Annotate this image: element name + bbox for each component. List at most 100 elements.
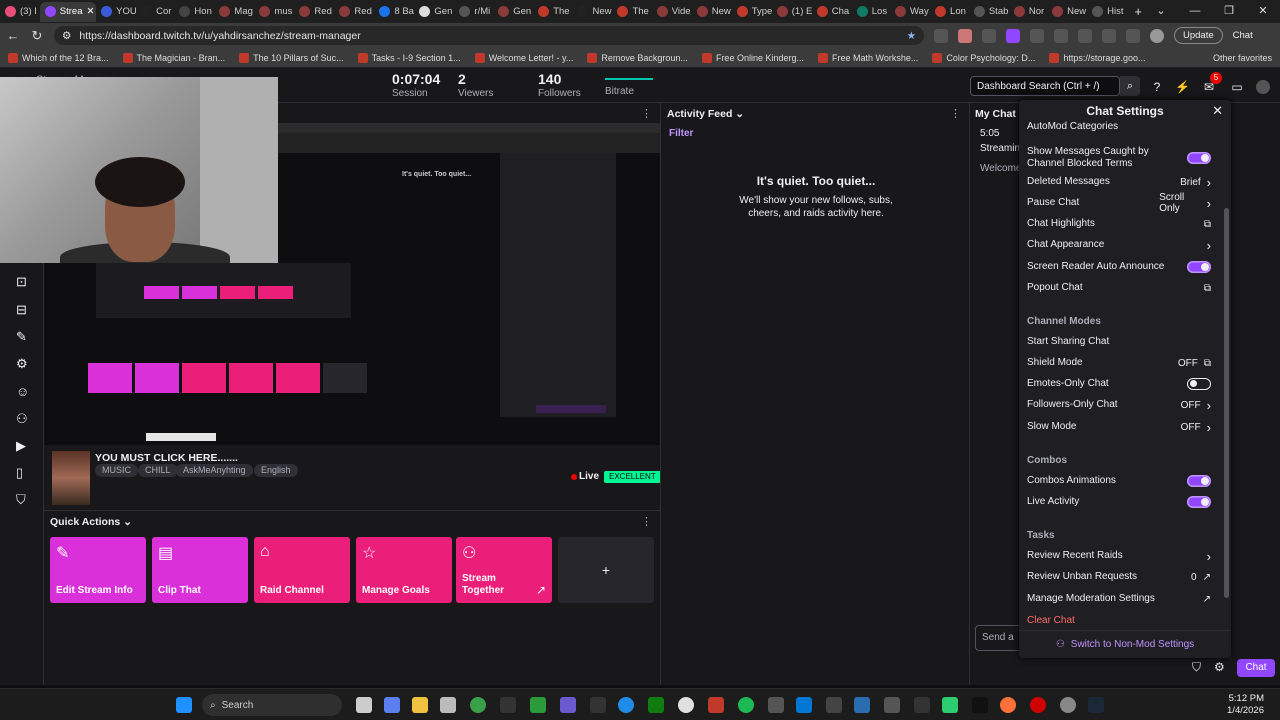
browser-tab[interactable]: Red bbox=[334, 2, 374, 22]
layout-icon[interactable]: ⊡ bbox=[16, 275, 36, 289]
stream-health-badge[interactable]: EXCELLENT bbox=[604, 471, 661, 483]
activity-feed-title[interactable]: Activity Feed ⌄ bbox=[667, 108, 744, 120]
url-bar[interactable]: ⚙ https://dashboard.twitch.tv/u/yahdirsa… bbox=[54, 26, 924, 45]
book-icon[interactable]: ▯ bbox=[16, 466, 36, 480]
twitch-extension-icon[interactable] bbox=[1006, 28, 1020, 43]
tag-music[interactable]: MUSIC bbox=[95, 464, 138, 477]
app-icon[interactable] bbox=[560, 697, 576, 713]
clear-chat-button[interactable]: Clear Chat bbox=[1027, 611, 1211, 629]
back-icon[interactable]: ← bbox=[6, 28, 20, 43]
download-icon[interactable] bbox=[1126, 28, 1140, 43]
settings-icon[interactable]: ⚙ bbox=[16, 357, 36, 371]
app-icon[interactable] bbox=[854, 697, 870, 713]
browser-tab[interactable]: 8 Ba bbox=[374, 2, 414, 22]
star-icon[interactable]: ★ bbox=[907, 30, 916, 42]
whispers-icon[interactable]: ▭ bbox=[1230, 80, 1244, 94]
browser-tab[interactable]: Strea ✕ bbox=[39, 1, 97, 22]
settings-scrollbar[interactable] bbox=[1224, 208, 1229, 598]
quick-actions-menu-icon[interactable]: ⋮ bbox=[641, 515, 652, 528]
setting-row[interactable]: Chat Highlights ⧉ bbox=[1027, 215, 1211, 233]
browser-tab[interactable]: The bbox=[533, 2, 572, 22]
browser-tab[interactable]: Red bbox=[294, 2, 334, 22]
taskbar-search[interactable]: ⌕ Search bbox=[202, 694, 342, 716]
bookmark-item[interactable]: Which of the 12 Bra... bbox=[8, 52, 109, 63]
quick-action-tile[interactable]: ▤ Clip That bbox=[152, 537, 248, 603]
setting-row[interactable]: Review Recent Raids › bbox=[1027, 547, 1211, 565]
outlook-icon[interactable] bbox=[796, 697, 812, 713]
browser-tab[interactable]: Stab bbox=[969, 2, 1009, 22]
restore-button[interactable]: ❐ bbox=[1212, 0, 1246, 23]
minimize-button[interactable]: — bbox=[1178, 0, 1212, 23]
bookmark-item[interactable]: Welcome Letter! - y... bbox=[474, 52, 573, 63]
update-button[interactable]: Update bbox=[1174, 27, 1223, 44]
tag-askmeanything[interactable]: AskMeAnyhting bbox=[176, 464, 253, 477]
setting-row[interactable]: Manage Moderation Settings ↗ bbox=[1027, 590, 1211, 608]
browser-tab[interactable]: Gen bbox=[493, 2, 533, 22]
browser-tab[interactable]: Hon bbox=[174, 2, 214, 22]
bookmark-item[interactable]: Free Math Workshe... bbox=[817, 52, 918, 63]
store-icon[interactable] bbox=[440, 697, 456, 713]
browser-tab[interactable]: New bbox=[572, 2, 612, 22]
copilot-chat-button[interactable]: Chat bbox=[1233, 30, 1253, 41]
toggle-off[interactable] bbox=[1187, 378, 1211, 390]
extension-icon[interactable] bbox=[982, 28, 996, 43]
pencil-icon[interactable]: ✎ bbox=[16, 330, 36, 344]
setting-row[interactable]: Popout Chat ⧉ bbox=[1027, 279, 1211, 297]
bookmark-item[interactable]: The Magician - Bran... bbox=[122, 52, 225, 63]
quick-action-tile[interactable]: ⚇ Stream Together ↗ bbox=[456, 537, 552, 603]
bookmark-item[interactable]: Remove Backgroun... bbox=[587, 52, 688, 63]
browser-tab[interactable]: r/Mi bbox=[454, 2, 493, 22]
extension-icon[interactable] bbox=[1030, 28, 1044, 43]
setting-row[interactable]: Slow Mode OFF › bbox=[1027, 418, 1211, 436]
reload-icon[interactable]: ↻ bbox=[30, 28, 44, 44]
setting-row[interactable]: Show Messages Caught by Channel Blocked … bbox=[1027, 144, 1211, 172]
bookmark-item[interactable]: https://storage.goo... bbox=[1049, 52, 1145, 63]
browser-tab[interactable]: New bbox=[692, 2, 732, 22]
quick-action-tile[interactable]: ✎ Edit Stream Info bbox=[50, 537, 146, 603]
app-icon[interactable] bbox=[1030, 697, 1046, 713]
toggle-on[interactable] bbox=[1187, 261, 1211, 273]
avatar[interactable] bbox=[1256, 80, 1270, 94]
browser-tab[interactable]: New bbox=[1047, 2, 1087, 22]
community-icon[interactable]: ☺ bbox=[16, 385, 36, 399]
site-info-icon[interactable]: ⚙ bbox=[62, 30, 71, 42]
file-explorer-icon[interactable] bbox=[412, 697, 428, 713]
shield-icon[interactable]: ⛉ bbox=[16, 493, 36, 507]
bookmark-item[interactable]: Tasks - I-9 Section 1... bbox=[357, 52, 461, 63]
shortcut-icon[interactable]: ⊟ bbox=[16, 303, 36, 317]
app-icon[interactable] bbox=[590, 697, 606, 713]
setting-row[interactable]: Combos Animations bbox=[1027, 472, 1211, 490]
setting-row[interactable]: Followers-Only Chat OFF › bbox=[1027, 396, 1211, 414]
app-icon[interactable] bbox=[708, 697, 724, 713]
app-icon[interactable] bbox=[768, 697, 784, 713]
quick-action-tile[interactable]: ☆ Manage Goals bbox=[356, 537, 452, 603]
browser-tab[interactable]: (3) I bbox=[0, 2, 40, 22]
add-person-icon[interactable]: ⚇ bbox=[16, 412, 36, 426]
extension-icon[interactable] bbox=[958, 28, 972, 43]
browser-tab[interactable]: Mag bbox=[214, 2, 254, 22]
setting-row[interactable]: Pause Chat Scroll Only › bbox=[1027, 192, 1211, 214]
dashboard-search-input[interactable]: Dashboard Search (Ctrl + /) bbox=[970, 76, 1120, 96]
filter-button[interactable]: Filter bbox=[669, 128, 693, 139]
firefox-icon[interactable] bbox=[1000, 697, 1016, 713]
tag-chill[interactable]: CHILL bbox=[138, 464, 178, 477]
browser-tab[interactable]: (1) E bbox=[772, 2, 812, 22]
edge-icon[interactable] bbox=[618, 697, 634, 713]
browser-tab[interactable]: Type bbox=[732, 2, 772, 22]
copilot-icon[interactable] bbox=[384, 697, 400, 713]
close-icon[interactable]: ✕ bbox=[1212, 103, 1223, 119]
setting-row[interactable]: Start Sharing Chat bbox=[1027, 333, 1211, 351]
browser-tab[interactable]: Lon bbox=[930, 2, 969, 22]
browser-tab[interactable]: Vide bbox=[652, 2, 692, 22]
history-icon[interactable] bbox=[1102, 28, 1116, 43]
profile-icon[interactable] bbox=[1150, 28, 1164, 43]
quick-action-tile[interactable]: ⌂ Raid Channel bbox=[254, 537, 350, 603]
system-clock[interactable]: 5:12 PM 1/4/2026 bbox=[1208, 693, 1264, 717]
browser-tab[interactable]: YOU bbox=[96, 2, 136, 22]
close-window-button[interactable]: ✕ bbox=[1246, 0, 1280, 23]
video-icon[interactable]: ▶ bbox=[16, 439, 36, 453]
tag-english[interactable]: English bbox=[254, 464, 298, 477]
close-tab-icon[interactable]: ✕ bbox=[86, 6, 94, 17]
toggle-on[interactable] bbox=[1187, 475, 1211, 487]
steam-icon[interactable] bbox=[1088, 697, 1104, 713]
